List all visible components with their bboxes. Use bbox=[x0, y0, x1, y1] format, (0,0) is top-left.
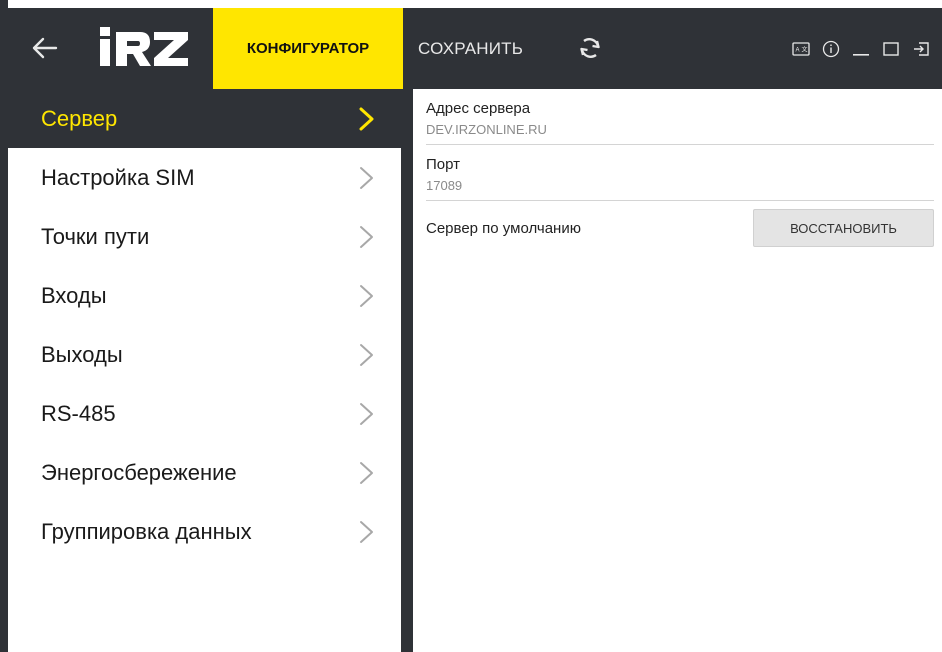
sidebar: Сервер Настройка SIM Точки пути Входы Выходы… bbox=[8, 89, 401, 652]
port-input[interactable] bbox=[426, 173, 934, 200]
sync-icon[interactable] bbox=[576, 34, 604, 62]
sidebar-item[interactable]: Настройка SIM bbox=[8, 148, 401, 207]
save-button[interactable]: СОХРАНИТЬ bbox=[418, 8, 523, 89]
chevron-right-icon bbox=[360, 520, 373, 543]
chevron-right-icon bbox=[360, 402, 373, 425]
chevron-right-icon bbox=[360, 461, 373, 484]
sidebar-item-label: RS-485 bbox=[41, 400, 116, 426]
keyboard-icon[interactable]: A 文 bbox=[788, 36, 814, 62]
sidebar-item[interactable]: Энергосбережение bbox=[8, 443, 401, 502]
sidebar-item[interactable]: Входы bbox=[8, 266, 401, 325]
server-settings-panel: Адрес сервера Порт Сервер по умолчанию В… bbox=[413, 89, 942, 652]
server-address-field: Адрес сервера bbox=[426, 89, 934, 145]
tab-configurator[interactable]: КОНФИГУРАТОР bbox=[213, 8, 403, 89]
sidebar-item[interactable]: Сервер bbox=[8, 89, 401, 148]
svg-text:A: A bbox=[796, 47, 800, 53]
exit-icon[interactable] bbox=[908, 36, 934, 62]
window-controls: A 文 bbox=[788, 8, 942, 89]
sidebar-item[interactable]: Группировка данных bbox=[8, 502, 401, 561]
sidebar-item[interactable]: Выходы bbox=[8, 325, 401, 384]
panel-divider bbox=[401, 89, 413, 652]
sidebar-item[interactable]: RS-485 bbox=[8, 384, 401, 443]
top-bar: КОНФИГУРАТОР СОХРАНИТЬ A 文 bbox=[8, 8, 942, 89]
arrow-left-icon[interactable] bbox=[30, 28, 60, 68]
port-field: Порт bbox=[426, 145, 934, 201]
default-server-label: Сервер по умолчанию bbox=[426, 219, 581, 237]
sidebar-item[interactable]: Точки пути bbox=[8, 207, 401, 266]
server-address-input[interactable] bbox=[426, 117, 934, 144]
restore-button[interactable]: ВОССТАНОВИТЬ bbox=[753, 209, 934, 247]
chevron-right-icon bbox=[360, 343, 373, 366]
sidebar-item-label: Энергосбережение bbox=[41, 459, 237, 485]
chevron-right-icon bbox=[360, 166, 373, 189]
server-address-label: Адрес сервера bbox=[426, 100, 531, 117]
maximize-icon[interactable] bbox=[878, 36, 904, 62]
irz-logo bbox=[96, 22, 192, 72]
info-icon[interactable] bbox=[818, 36, 844, 62]
minimize-icon[interactable] bbox=[848, 36, 874, 62]
sidebar-item-label: Группировка данных bbox=[41, 518, 252, 544]
sidebar-item-label: Сервер bbox=[41, 105, 118, 131]
chevron-right-icon bbox=[360, 225, 373, 248]
svg-text:文: 文 bbox=[802, 45, 808, 53]
port-label: Порт bbox=[426, 156, 461, 173]
chevron-right-icon bbox=[359, 107, 374, 130]
default-server-row: Сервер по умолчанию ВОССТАНОВИТЬ bbox=[426, 201, 934, 255]
sidebar-item-label: Выходы bbox=[41, 341, 123, 367]
sidebar-item-label: Точки пути bbox=[41, 223, 150, 249]
sidebar-item-label: Входы bbox=[41, 282, 107, 308]
chevron-right-icon bbox=[360, 284, 373, 307]
sidebar-item-label: Настройка SIM bbox=[41, 164, 195, 190]
